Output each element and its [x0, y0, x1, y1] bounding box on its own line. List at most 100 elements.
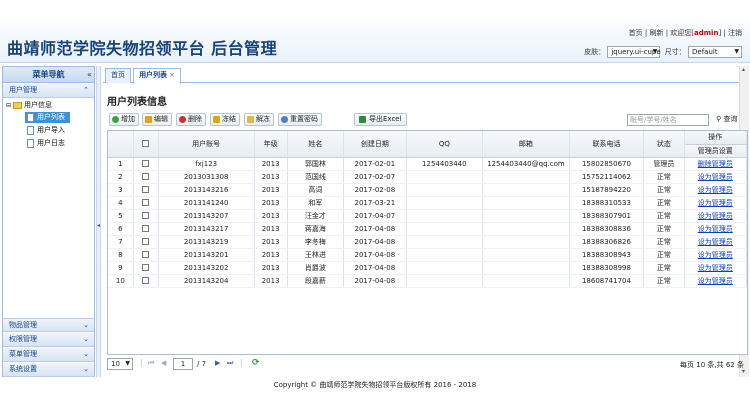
column-header-select[interactable]	[133, 131, 159, 158]
row-checkbox[interactable]	[142, 264, 150, 271]
first-page-icon[interactable]: ⏮	[148, 359, 154, 368]
collapse-arrow-icon[interactable]: ◂	[97, 222, 100, 229]
table-row[interactable]: 3 2013143216 2013 高词 2017-02-08 15187894220 正常…	[108, 183, 747, 197]
select-all-checkbox[interactable]	[142, 140, 150, 148]
edit-button[interactable]: 编辑	[142, 113, 172, 126]
table-row[interactable]: 5 2013143207 2013 汪金才 2017-04-07 18388307901 正…	[108, 209, 747, 223]
collapse-left-icon[interactable]: «	[87, 70, 92, 79]
cell-select[interactable]	[133, 248, 159, 262]
column-header-grade[interactable]: 年级	[254, 131, 288, 158]
tree-node-user-info[interactable]: ⊟ 用户信息	[6, 100, 52, 111]
panel-menu-management[interactable]: 菜单管理 ⌄	[3, 348, 94, 362]
row-checkbox[interactable]	[142, 277, 150, 284]
admin-setting-link[interactable]: 设为管理员	[698, 186, 733, 194]
admin-setting-link[interactable]: 设为管理员	[698, 277, 733, 285]
delete-button[interactable]: 删除	[176, 113, 206, 126]
table-row[interactable]: 4 2013141240 2013 和军 2017-03-21 18388310533 正常…	[108, 196, 747, 210]
unfreeze-button[interactable]: 解冻	[244, 113, 274, 126]
panel-user-management[interactable]: 用户管理 ⌃	[3, 84, 94, 98]
cell-index: 10	[108, 274, 134, 288]
row-checkbox[interactable]	[142, 212, 150, 219]
admin-setting-link[interactable]: 设为管理员	[698, 212, 733, 220]
column-header-email[interactable]: 邮箱	[482, 131, 570, 158]
admin-setting-link[interactable]: 设为管理员	[698, 238, 733, 246]
chevron-down-icon[interactable]: ⌄	[83, 319, 89, 332]
export-excel-button[interactable]: 导出Excel	[354, 113, 407, 126]
table-row[interactable]: 9 2013143202 2013 肖爵波 2017-04-08 18388308998 正…	[108, 261, 747, 275]
table-row[interactable]: 6 2013143217 2013 蒋嘉海 2017-04-08 18388308836 正…	[108, 222, 747, 236]
table-row[interactable]: 2 2013031308 2013 范国线 2017-02-07 15752114062 正…	[108, 170, 747, 184]
row-checkbox[interactable]	[142, 238, 150, 245]
cell-select[interactable]	[133, 235, 159, 249]
sidebar-splitter[interactable]: ◂	[96, 66, 101, 377]
page-size-value: 10	[111, 360, 120, 368]
logout-link[interactable]: 注销	[728, 29, 742, 37]
tree-node-user-import[interactable]: 用户导入	[27, 125, 65, 136]
tab-user-list[interactable]: 用户列表 ×	[133, 68, 181, 84]
column-header-status[interactable]: 状态	[643, 131, 685, 158]
tab-label: 用户列表	[139, 71, 168, 79]
tree-node-user-log[interactable]: 用户日志	[27, 138, 65, 149]
row-checkbox[interactable]	[142, 160, 150, 167]
admin-setting-link[interactable]: 设为管理员	[698, 173, 733, 181]
chevron-down-icon[interactable]: ⌄	[83, 348, 89, 361]
cell-select[interactable]	[133, 222, 159, 236]
row-checkbox[interactable]	[142, 199, 150, 206]
page-size-select[interactable]: 10 ▼	[107, 358, 133, 370]
search-button[interactable]: ⚲ 查询	[716, 114, 737, 124]
cell-select[interactable]	[133, 209, 159, 223]
last-page-icon[interactable]: ⏭	[227, 359, 233, 368]
cell-select[interactable]	[133, 170, 159, 184]
search-input[interactable]: 账号/学号/姓名	[627, 114, 709, 126]
column-header-phone[interactable]: 联系电话	[569, 131, 645, 158]
row-checkbox[interactable]	[142, 173, 150, 180]
close-icon[interactable]: ×	[169, 71, 175, 79]
refresh-link[interactable]: 刷新	[649, 29, 663, 37]
size-select[interactable]: Default ▼	[688, 46, 742, 58]
column-header-created[interactable]: 创建日期	[343, 131, 407, 158]
scroll-up-icon[interactable]: ▴	[742, 66, 745, 73]
table-row[interactable]: 8 2013143201 2013 王林进 2017-04-08 18388308943 正…	[108, 248, 747, 262]
prev-page-icon[interactable]: ◀	[161, 359, 166, 367]
admin-setting-link[interactable]: 设为管理员	[698, 251, 733, 259]
panel-permission-management[interactable]: 权限管理 ⌄	[3, 333, 94, 347]
admin-setting-link[interactable]: 设为管理员	[698, 199, 733, 207]
table-row[interactable]: 10 2013143204 2013 段嘉薪 2017-04-08 18608741704…	[108, 274, 747, 288]
refresh-icon[interactable]: ⟳	[252, 358, 260, 368]
reset-password-button[interactable]: 重置密码	[278, 113, 322, 126]
skin-select[interactable]: jquery.ui-cupe ▼	[607, 46, 661, 58]
cell-name: 汪金才	[287, 209, 345, 223]
freeze-button[interactable]: 冻结	[210, 113, 240, 126]
column-header-name[interactable]: 姓名	[287, 131, 345, 158]
admin-setting-link[interactable]: 设为管理员	[698, 264, 733, 272]
admin-setting-link[interactable]: 设为管理员	[698, 225, 733, 233]
row-checkbox[interactable]	[142, 225, 150, 232]
row-checkbox[interactable]	[142, 251, 150, 258]
cell-select[interactable]	[133, 261, 159, 275]
cell-select[interactable]	[133, 274, 159, 288]
tab-home[interactable]: 首页	[105, 68, 131, 83]
home-link[interactable]: 首页	[629, 29, 643, 37]
chevron-down-icon[interactable]: ⌄	[83, 333, 89, 346]
site-title: 曲靖师范学院失物招领平台 后台管理	[7, 39, 278, 58]
separator: |	[140, 358, 143, 367]
panel-system-settings[interactable]: 系统设置 ⌄	[3, 363, 94, 377]
add-button[interactable]: 增加	[109, 113, 139, 126]
cell-index: 4	[108, 196, 134, 210]
column-header-account[interactable]: 用户账号	[158, 131, 255, 158]
table-row[interactable]: 7 2013143219 2013 李冬梅 2017-04-08 18388306826 正…	[108, 235, 747, 249]
chevron-up-icon[interactable]: ⌃	[83, 84, 89, 97]
tree-node-user-list[interactable]: 用户列表	[25, 112, 70, 123]
panel-item-management[interactable]: 物品管理 ⌄	[3, 318, 94, 332]
chevron-down-icon[interactable]: ⌄	[83, 363, 89, 376]
cell-select[interactable]	[133, 157, 159, 171]
column-header-qq[interactable]: QQ	[406, 131, 484, 158]
cell-select[interactable]	[133, 196, 159, 210]
cell-select[interactable]	[133, 183, 159, 197]
page-number-input[interactable]: 1	[173, 358, 193, 370]
row-checkbox[interactable]	[142, 186, 150, 193]
next-page-icon[interactable]: ▶	[215, 359, 220, 367]
table-row[interactable]: 1 fxj123 2013 郭国林 2017-02-01 1254403440 125440…	[108, 157, 747, 171]
sidebar: 菜单导航 « 用户管理 ⌃ ⊟ 用户信息 用户列表 用户导入 用户日志 物品管理 ⌄ …	[2, 66, 95, 377]
admin-setting-link[interactable]: 删除管理员	[698, 160, 733, 168]
